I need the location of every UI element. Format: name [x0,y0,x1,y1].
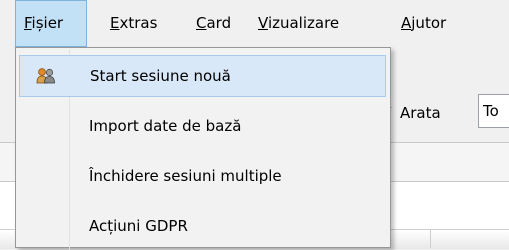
menu-item-label: Închidere sesiuni multiple [89,167,282,185]
show-combobox[interactable]: To [478,94,509,128]
menu-item-label: Start sesiune nouă [90,67,231,85]
menu-item-import-base-data[interactable]: Import date de bază [19,105,386,147]
menu-label: xtras [119,14,158,32]
menu-label: ard [206,14,232,32]
menu-card[interactable]: Card [196,0,231,47]
menu-file[interactable]: Fișier [15,0,87,47]
menu-item-gdpr-actions[interactable]: Acțiuni GDPR [19,205,386,247]
menu-item-start-new-session[interactable]: Start sesiune nouă [19,55,386,97]
menu-item-close-multiple-sessions[interactable]: Închidere sesiuni multiple [19,155,386,197]
users-icon [36,68,55,84]
menu-view[interactable]: Vizualizare [258,0,339,47]
menu-bar: Fișier Extras Card Vizualizare Ajutor [0,0,509,47]
show-combobox-value: To [483,102,499,120]
menu-item-label: Import date de bază [89,117,242,135]
grid-column-divider[interactable] [430,229,431,248]
menu-mnemonic: F [24,14,32,32]
menu-label: ișier [31,14,64,32]
menu-mnemonic: A [401,14,412,32]
file-menu-dropdown: Start sesiune nouă Import date de bază Î… [15,47,391,250]
menu-label: izualizare [267,14,340,32]
menu-mnemonic: V [258,14,268,32]
menu-help[interactable]: Ajutor [401,0,446,47]
show-label: Arata [400,104,441,122]
menu-extras[interactable]: Extras [110,0,157,47]
menu-mnemonic: C [196,14,207,32]
menu-label: jutor [411,14,447,32]
menu-item-label: Acțiuni GDPR [89,217,188,235]
